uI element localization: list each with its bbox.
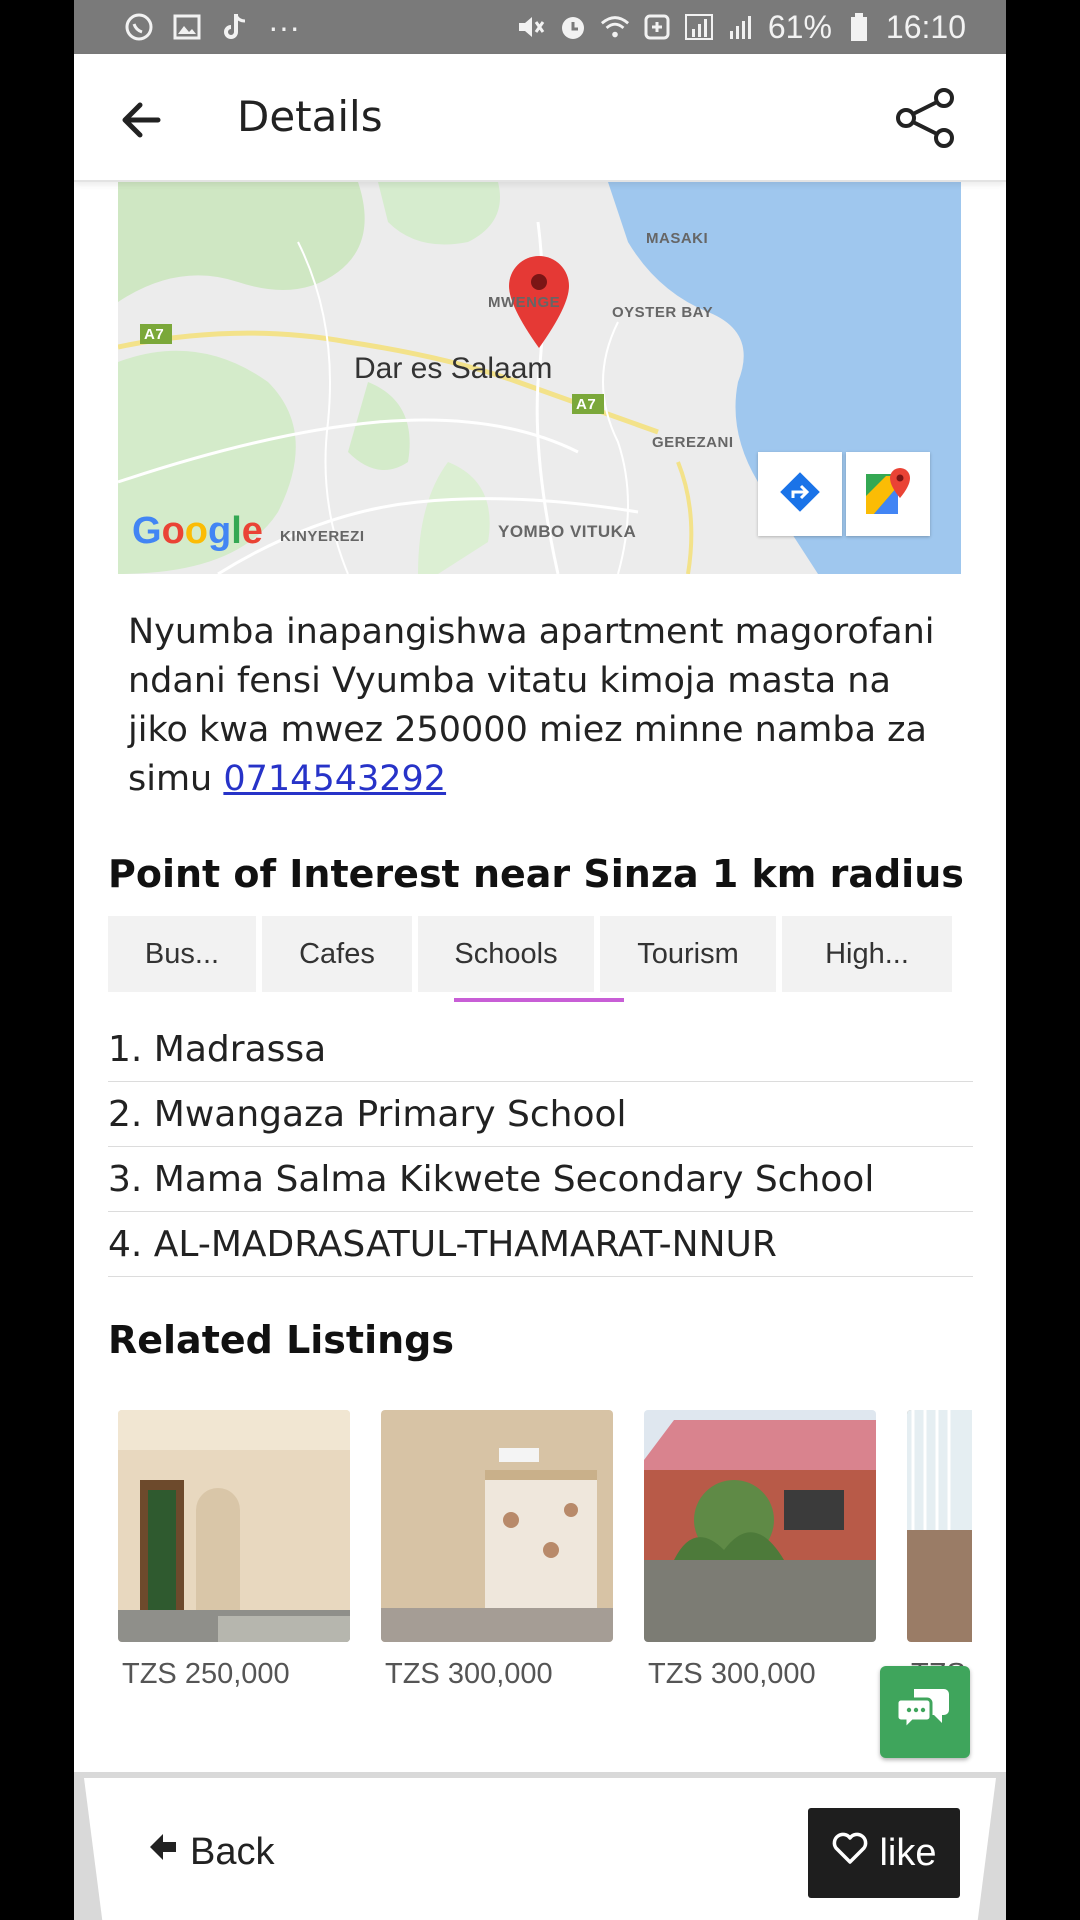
listing-price: TZS 250,000 (122, 1658, 290, 1690)
signal-icon (726, 12, 756, 42)
map-road-label: A7 (144, 326, 165, 343)
map-city-label: Dar es Salaam (354, 352, 553, 385)
app-screen: ··· 61% 16:10 Details A7 A7 MASAKI OYSTE… (74, 0, 1006, 1920)
data-icon (642, 12, 672, 42)
listing-description: Nyumba inapangishwa apartment magorofani… (128, 608, 948, 804)
like-button-label: like (879, 1831, 937, 1874)
wifi-icon (600, 12, 630, 42)
tab-bus[interactable]: Bus... (108, 916, 256, 992)
listing-price: TZS 300,000 (385, 1658, 553, 1690)
chat-button[interactable] (880, 1666, 970, 1758)
map-area-label: YOMBO VITUKA (498, 522, 637, 541)
poi-section-title: Point of Interest near Sinza 1 km radius (108, 852, 964, 896)
tab-cafes[interactable]: Cafes (262, 916, 412, 992)
map-area-label: OYSTER BAY (612, 304, 714, 321)
chat-icon (895, 1685, 952, 1740)
phone-number-link[interactable]: 0714543292 (223, 759, 446, 799)
battery-icon (844, 12, 874, 42)
related-listings-carousel[interactable]: TZS 250,000 TZS 300,000 TZS 300,000 TZS (118, 1410, 972, 1710)
open-maps-button[interactable] (846, 452, 930, 536)
list-item: 4. AL-MADRASATUL-THAMARAT-NNUR (108, 1212, 973, 1277)
signal-icon (684, 12, 714, 42)
share-icon[interactable] (894, 86, 958, 150)
more-dots-icon: ··· (268, 8, 300, 45)
back-arrow-icon[interactable] (114, 92, 170, 148)
list-item: 2. Mwangaza Primary School (108, 1082, 973, 1147)
listing-price: TZS 300,000 (648, 1658, 816, 1690)
arrow-left-icon (146, 1830, 180, 1874)
alarm-icon (558, 12, 588, 42)
related-listings-title: Related Listings (108, 1318, 454, 1362)
poi-tabs: Bus... Cafes Schools Tourism High... (108, 916, 958, 1002)
listing-photo (907, 1410, 972, 1642)
gallery-icon (172, 12, 202, 42)
tiktok-icon (220, 12, 250, 42)
directions-button[interactable] (758, 452, 842, 536)
listing-card[interactable]: TZS (907, 1410, 972, 1691)
map-area-label: GEREZANI (652, 434, 734, 451)
list-item: 3. Mama Salma Kikwete Secondary School (108, 1147, 973, 1212)
like-button[interactable]: like (808, 1808, 960, 1898)
page-title: Details (237, 92, 383, 141)
bottom-bar: Back like (74, 1772, 1006, 1920)
tab-tourism[interactable]: Tourism (600, 916, 776, 992)
listing-card[interactable]: TZS 300,000 (381, 1410, 613, 1691)
map-area-label: MWENGE (488, 294, 561, 311)
list-item: 1. Madrassa (108, 1017, 973, 1082)
listing-photo (118, 1410, 350, 1642)
status-bar: ··· 61% 16:10 (74, 0, 1006, 54)
poi-list: 1. Madrassa 2. Mwangaza Primary School 3… (108, 1017, 973, 1277)
whatsapp-icon (124, 12, 154, 42)
heart-icon (831, 1831, 869, 1875)
back-button-label: Back (190, 1830, 275, 1873)
app-bar: Details (74, 54, 1006, 182)
google-logo: Google (132, 510, 263, 552)
map-area-label: MASAKI (646, 230, 709, 247)
tab-schools[interactable]: Schools (418, 916, 624, 1002)
listing-card[interactable]: TZS 300,000 (644, 1410, 876, 1691)
listing-card[interactable]: TZS 250,000 (118, 1410, 350, 1691)
tab-highways[interactable]: High... (782, 916, 952, 992)
mute-icon (516, 12, 546, 42)
google-maps-icon (862, 466, 914, 523)
map-area-label: KINYEREZI (280, 528, 365, 545)
clock: 16:10 (885, 8, 966, 45)
location-map[interactable]: A7 A7 MASAKI OYSTER BAY MWENGE GEREZANI … (118, 182, 961, 574)
map-road-label: A7 (576, 396, 597, 413)
listing-photo (381, 1410, 613, 1642)
listing-photo (644, 1410, 876, 1642)
back-button[interactable]: Back (146, 1830, 274, 1874)
battery-level: 61% (767, 8, 832, 45)
directions-icon (776, 468, 824, 521)
